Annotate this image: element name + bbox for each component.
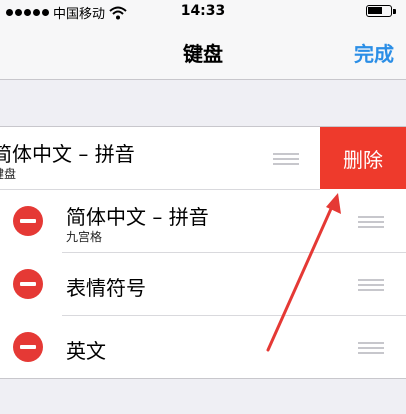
keyboard-title: 英文 bbox=[66, 339, 106, 363]
keyboard-list: 简体中文 – 拼音 键盘 删除 简体中文 – 拼音 九宫格 表情符号 英文 bbox=[0, 126, 406, 379]
reorder-handle-icon[interactable] bbox=[358, 279, 384, 294]
keyboard-title: 简体中文 – 拼音 bbox=[0, 142, 135, 166]
keyboard-row[interactable]: 英文 bbox=[0, 316, 406, 379]
delete-button[interactable]: 删除 bbox=[320, 127, 406, 189]
reorder-handle-icon[interactable] bbox=[358, 342, 384, 357]
remove-keyboard-icon[interactable] bbox=[13, 206, 43, 236]
status-time: 14:33 bbox=[180, 3, 226, 19]
navigation-bar: 键盘 完成 bbox=[0, 22, 406, 80]
keyboard-title: 表情符号 bbox=[66, 276, 146, 300]
keyboard-subtitle: 九宫格 bbox=[66, 230, 103, 244]
reorder-handle-icon[interactable] bbox=[273, 153, 299, 168]
keyboard-subtitle: 键盘 bbox=[0, 167, 17, 181]
status-bar: 中国移动 14:33 bbox=[0, 0, 406, 22]
done-button[interactable]: 完成 bbox=[354, 38, 394, 67]
keyboard-row[interactable]: 简体中文 – 拼音 九宫格 bbox=[0, 190, 406, 253]
keyboard-row[interactable]: 表情符号 bbox=[0, 253, 406, 316]
remove-keyboard-icon[interactable] bbox=[13, 269, 43, 299]
keyboard-title: 简体中文 – 拼音 bbox=[66, 205, 209, 229]
remove-keyboard-icon[interactable] bbox=[13, 332, 43, 362]
page-title: 键盘 bbox=[183, 42, 223, 66]
battery-icon bbox=[366, 5, 396, 17]
reorder-handle-icon[interactable] bbox=[358, 216, 384, 231]
keyboard-row-swiped[interactable]: 简体中文 – 拼音 键盘 删除 bbox=[0, 127, 406, 190]
